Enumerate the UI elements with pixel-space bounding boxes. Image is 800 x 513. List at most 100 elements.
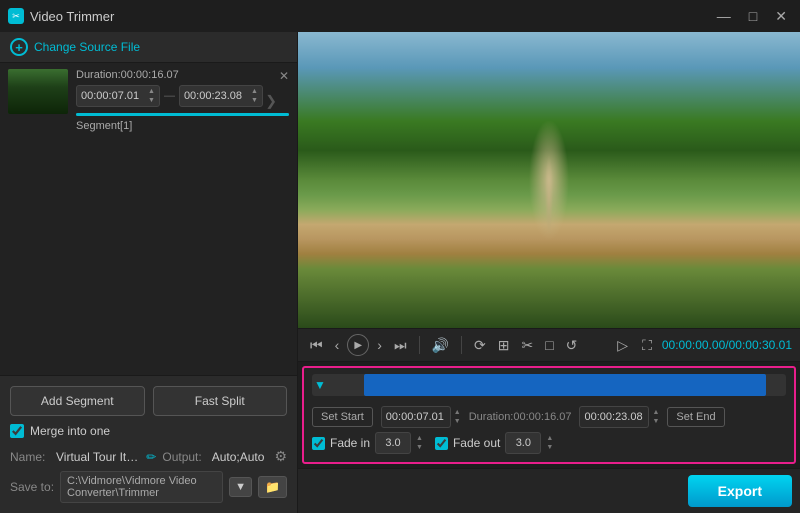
start-time-group[interactable]: ▲ ▼ (76, 85, 160, 107)
save-folder-button[interactable]: 📁 (258, 476, 287, 498)
output-label: Output: (162, 450, 201, 464)
fade-out-spinner[interactable]: ▲ ▼ (546, 434, 553, 452)
fullscreen-button[interactable]: ⛶ (638, 335, 656, 356)
loop-button[interactable]: ⟳ (470, 335, 490, 356)
title-bar-controls: — □ ✕ (712, 6, 792, 27)
fade-in-up[interactable]: ▲ (416, 434, 423, 443)
fade-in-group: Fade in ▲ ▼ (312, 432, 423, 454)
toolbar-separator-1 (419, 336, 420, 354)
save-dropdown-button[interactable]: ▼ (229, 477, 252, 497)
fade-out-checkbox[interactable] (435, 437, 448, 450)
segment-panel: Duration:00:00:16.07 ▲ ▼ — (0, 63, 297, 375)
add-segment-button[interactable]: Add Segment (10, 386, 145, 416)
output-value: Auto;Auto (212, 450, 265, 464)
skip-back-button[interactable]: ⏮ (306, 335, 327, 356)
trim-start-input[interactable] (381, 406, 451, 428)
app-title: Video Trimmer (30, 9, 114, 24)
segment-label: Segment[1] (76, 120, 289, 132)
timeline-track[interactable]: ▼ (312, 374, 786, 396)
trim-start-spinner[interactable]: ▲ ▼ (454, 408, 461, 426)
close-button[interactable]: ✕ (770, 6, 792, 27)
export-button[interactable]: Export (688, 475, 792, 507)
toolbar-right: ▷ ⛶ 00:00:00.00/00:00:30.01 (613, 335, 792, 356)
time-separator: — (164, 90, 175, 102)
volume-button[interactable]: 🔊 (428, 335, 453, 356)
playlist-button[interactable]: ▷ (613, 335, 632, 356)
right-panel: ⏮ ‹ ▶ › ⏭ 🔊 ⟳ ⊞ ✂ □ ↺ ▷ ⛶ 00:00:00.00/00… (298, 32, 800, 513)
trim-end-up[interactable]: ▲ (652, 408, 659, 417)
fade-out-up[interactable]: ▲ (546, 434, 553, 443)
end-time-up[interactable]: ▲ (251, 87, 258, 96)
fade-out-down[interactable]: ▼ (546, 443, 553, 452)
segment-actions: Add Segment Fast Split (10, 386, 287, 416)
end-time-spinner[interactable]: ▲ ▼ (251, 87, 258, 105)
end-time-group[interactable]: ▲ ▼ (179, 85, 263, 107)
app-icon: ✂ (8, 8, 24, 24)
trim-end-down[interactable]: ▼ (652, 417, 659, 426)
trim-end-input[interactable] (579, 406, 649, 428)
trim-start-group: ▲ ▼ (381, 406, 461, 428)
set-start-button[interactable]: Set Start (312, 407, 373, 427)
merge-checkbox[interactable] (10, 424, 24, 438)
save-row: Save to: C:\Vidmore\Vidmore Video Conver… (10, 471, 287, 503)
skip-end-button[interactable]: ⏭ (390, 335, 411, 356)
snapshot-button[interactable]: □ (541, 335, 557, 355)
scissors-button[interactable]: ✂ (517, 335, 537, 356)
filter-icon: ▼ (314, 378, 326, 392)
bottom-left: Add Segment Fast Split Merge into one Na… (0, 375, 297, 513)
end-time-input[interactable] (184, 90, 249, 102)
segment-progress-bar (76, 113, 289, 116)
set-end-button[interactable]: Set End (667, 407, 724, 427)
title-bar: ✂ Video Trimmer — □ ✕ (0, 0, 800, 32)
save-label: Save to: (10, 480, 54, 494)
name-label: Name: (10, 450, 50, 464)
fade-out-input[interactable] (505, 432, 541, 454)
change-source-button[interactable]: Change Source File (34, 40, 140, 54)
merge-label: Merge into one (30, 424, 110, 438)
source-bar: + Change Source File (0, 32, 297, 63)
file-name-row: Name: Virtual Tour It'...(Intramuros).mp… (10, 448, 287, 465)
maximize-button[interactable]: □ (744, 6, 762, 26)
fade-in-spinner[interactable]: ▲ ▼ (416, 434, 423, 452)
segment-close-button[interactable]: ✕ (279, 69, 289, 83)
park-image (298, 32, 800, 328)
segment-progress (76, 113, 289, 116)
fade-out-group: Fade out ▲ ▼ (435, 432, 553, 454)
minimize-button[interactable]: — (712, 6, 736, 26)
add-source-icon[interactable]: + (10, 38, 28, 56)
start-time-spinner[interactable]: ▲ ▼ (148, 87, 155, 105)
fade-in-checkbox[interactable] (312, 437, 325, 450)
chevron-right-icon: ❯ (265, 92, 277, 109)
file-name-value: Virtual Tour It'...(Intramuros).mp4 (56, 450, 140, 464)
replay-button[interactable]: ↺ (562, 335, 582, 356)
toolbar-separator-2 (461, 336, 462, 354)
export-area: Export (298, 468, 800, 513)
time-display: 00:00:00.00/00:00:30.01 (662, 338, 792, 352)
title-bar-left: ✂ Video Trimmer (8, 8, 114, 24)
output-settings-icon[interactable]: ⚙ (274, 448, 287, 465)
end-time-down[interactable]: ▼ (251, 96, 258, 105)
crop-button[interactable]: ⊞ (494, 335, 514, 356)
trim-end-group: ▲ ▼ (579, 406, 659, 428)
main-layout: + Change Source File Duration:00:00:16.0… (0, 32, 800, 513)
fade-in-label: Fade in (330, 436, 370, 450)
timeline-selected-region (364, 374, 766, 396)
segment-info: Duration:00:00:16.07 ▲ ▼ — (76, 69, 289, 132)
segment-duration: Duration:00:00:16.07 (76, 69, 289, 81)
edit-name-icon[interactable]: ✏ (146, 450, 156, 464)
trim-start-down[interactable]: ▼ (454, 417, 461, 426)
video-preview (298, 32, 800, 328)
fade-in-input[interactable] (375, 432, 411, 454)
next-frame-button[interactable]: › (373, 335, 386, 355)
fade-in-down[interactable]: ▼ (416, 443, 423, 452)
play-button[interactable]: ▶ (347, 334, 369, 356)
fade-out-label: Fade out (453, 436, 500, 450)
trim-start-up[interactable]: ▲ (454, 408, 461, 417)
playback-toolbar: ⏮ ‹ ▶ › ⏭ 🔊 ⟳ ⊞ ✂ □ ↺ ▷ ⛶ 00:00:00.00/00… (298, 328, 800, 362)
trim-end-spinner[interactable]: ▲ ▼ (652, 408, 659, 426)
start-time-down[interactable]: ▼ (148, 96, 155, 105)
start-time-up[interactable]: ▲ (148, 87, 155, 96)
prev-frame-button[interactable]: ‹ (331, 335, 344, 355)
start-time-input[interactable] (81, 90, 146, 102)
fast-split-button[interactable]: Fast Split (153, 386, 288, 416)
